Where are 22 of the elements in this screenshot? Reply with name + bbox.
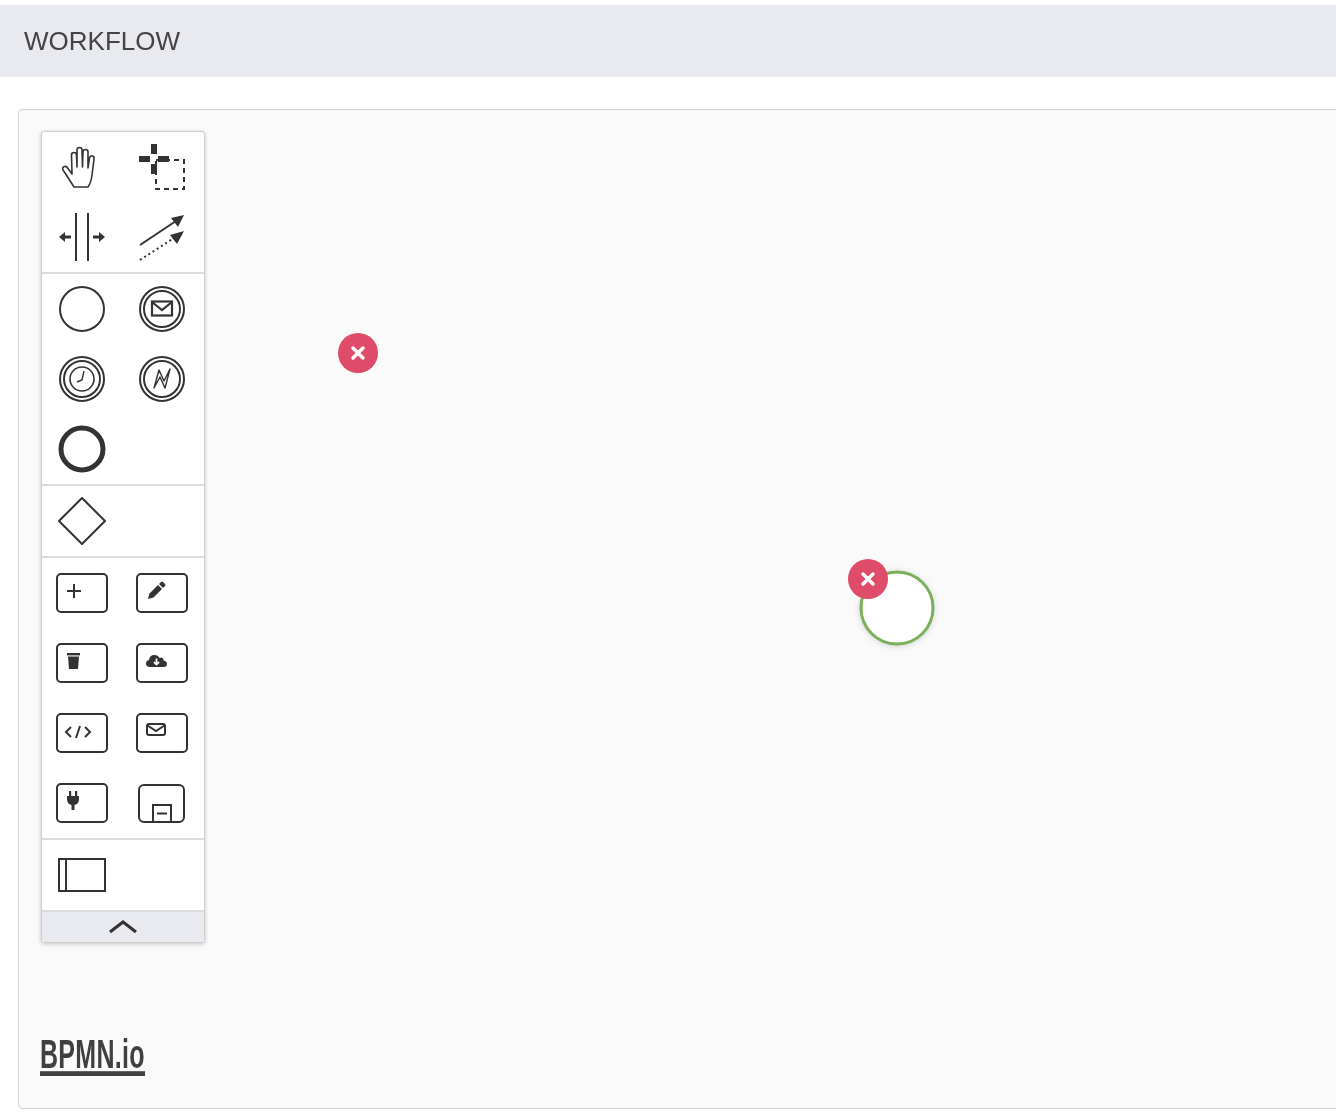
thick-circle-icon <box>58 425 106 473</box>
minus-box-icon <box>138 783 186 823</box>
code-box-icon <box>56 713 108 753</box>
zigzag-circle-icon <box>138 355 186 403</box>
plug-box-icon <box>56 783 108 823</box>
trash-box-icon <box>56 643 108 683</box>
panel-icon <box>58 858 106 892</box>
plus-box-icon <box>56 573 108 613</box>
envelope-box-icon <box>136 713 188 753</box>
split-arrows-icon <box>58 213 106 261</box>
double-arrow-icon <box>138 213 186 261</box>
logo-link[interactable]: BPMN.io <box>40 1037 145 1076</box>
envelope-circle-icon <box>138 285 186 333</box>
chevron-icon <box>108 920 138 934</box>
clock-circle-icon <box>58 355 106 403</box>
pencil-box-icon <box>136 573 188 613</box>
crosshair-dashed-box-icon <box>138 143 186 191</box>
diamond-icon <box>58 497 106 545</box>
circle-icon <box>58 285 106 333</box>
cloud-download-box-icon <box>136 643 188 683</box>
page-title: WORKFLOW <box>24 25 180 57</box>
cross-circle-icon <box>338 333 378 373</box>
